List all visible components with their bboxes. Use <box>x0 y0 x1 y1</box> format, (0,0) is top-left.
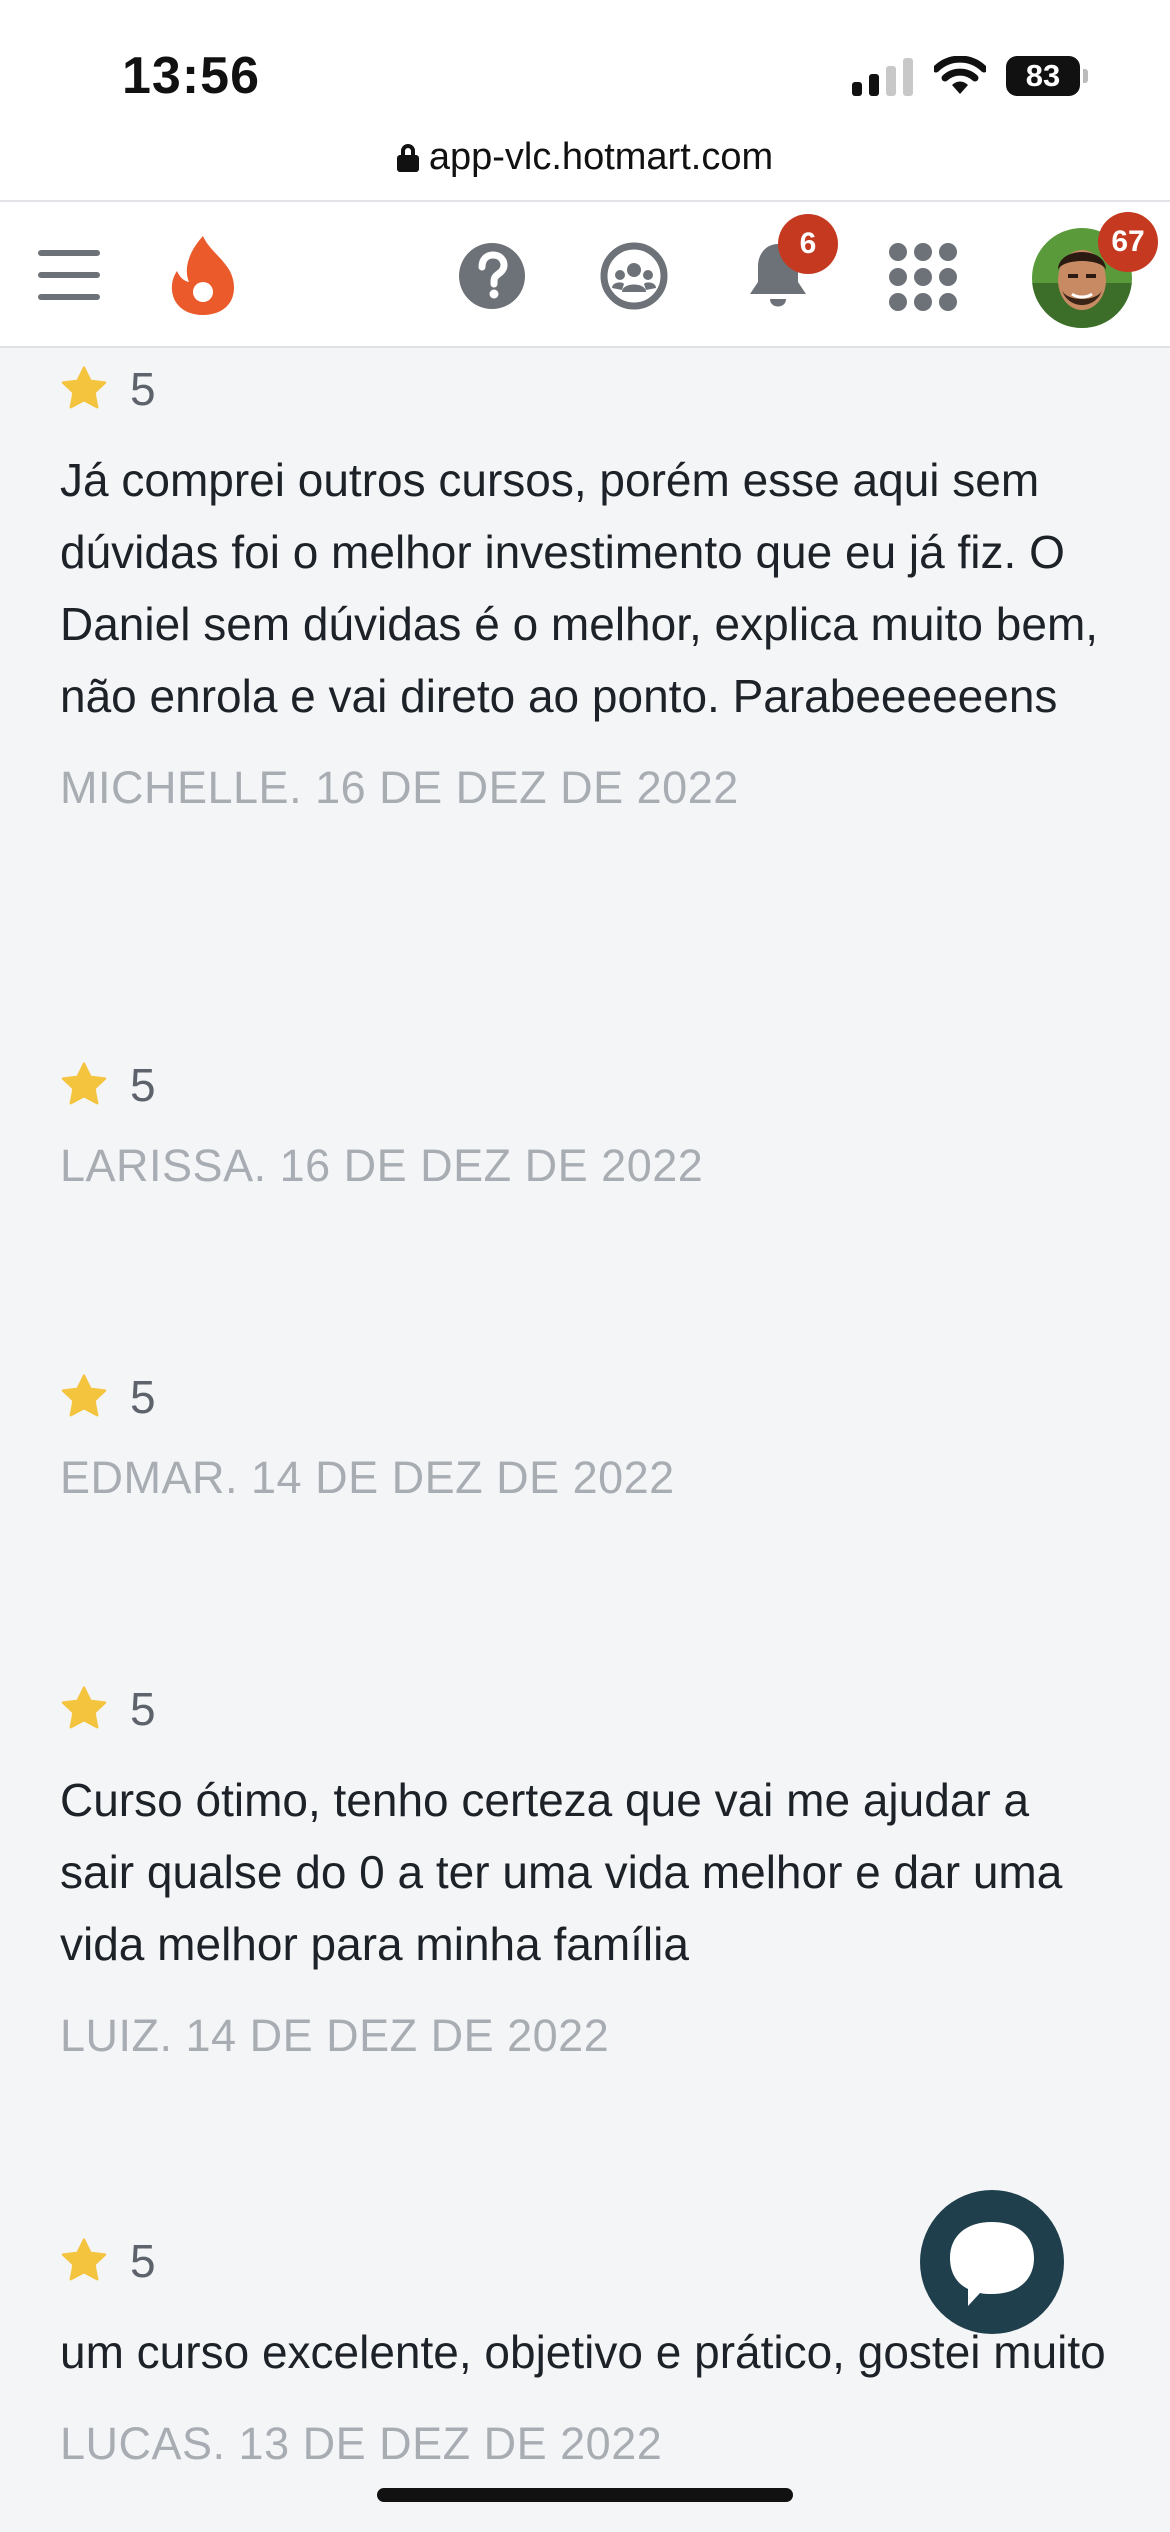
review-author-date: LUIZ. 14 DE DEZ DE 2022 <box>60 2010 610 2061</box>
status-bar: 13:56 83 <box>0 0 1170 150</box>
star-icon <box>61 1686 107 1729</box>
review-text: Já comprei outros cursos, porém esse aqu… <box>60 454 1099 722</box>
hotmart-flame-logo-icon[interactable] <box>168 234 238 316</box>
review-author-date: LARISSA. 16 DE DEZ DE 2022 <box>60 1140 704 1191</box>
cellular-signal-icon <box>852 58 916 96</box>
star-icon <box>61 1062 107 1105</box>
review-author-date: LUCAS. 13 DE DEZ DE 2022 <box>60 2418 663 2469</box>
battery-level: 83 <box>1006 56 1080 96</box>
rating-value: 5 <box>130 1059 156 1111</box>
rating-value: 5 <box>130 363 156 415</box>
review-text: Curso ótimo, tenho certeza que vai me aj… <box>60 1774 1063 1970</box>
community-icon[interactable] <box>600 242 668 310</box>
url-text: app-vlc.hotmart.com <box>428 136 774 178</box>
chat-support-button[interactable] <box>920 2190 1064 2334</box>
home-indicator <box>377 2488 793 2502</box>
apps-grid-icon[interactable] <box>888 242 958 312</box>
status-time: 13:56 <box>122 47 260 105</box>
review-item: 5 Já comprei outros cursos, porém esse a… <box>60 363 1110 814</box>
review-item: 5 LARISSA. 16 DE DEZ DE 2022 <box>60 1059 1110 1192</box>
notifications-count-badge: 6 <box>778 214 838 274</box>
rating-value: 5 <box>130 1371 156 1423</box>
browser-url-bar[interactable]: app-vlc.hotmart.com <box>0 130 1170 200</box>
star-icon <box>61 1374 107 1417</box>
review-author-date: EDMAR. 14 DE DEZ DE 2022 <box>60 1452 675 1503</box>
menu-hamburger-icon[interactable] <box>38 250 100 300</box>
review-author-date: MICHELLE. 16 DE DEZ DE 2022 <box>60 762 739 813</box>
lock-icon <box>396 143 419 172</box>
app-header: 6 <box>0 200 1170 348</box>
wifi-icon <box>934 56 986 94</box>
rating-value: 5 <box>130 1683 156 1735</box>
battery-icon: 83 <box>1006 56 1088 96</box>
rating-value: 5 <box>130 2235 156 2287</box>
profile-count-badge: 67 <box>1098 212 1158 272</box>
review-item: 5 Curso ótimo, tenho certeza que vai me … <box>60 1683 1110 2062</box>
help-question-icon[interactable] <box>458 242 526 310</box>
star-icon <box>61 366 107 409</box>
star-icon <box>61 2238 107 2281</box>
review-item: 5 EDMAR. 14 DE DEZ DE 2022 <box>60 1371 1110 1504</box>
chat-bubble-icon <box>950 2222 1034 2306</box>
